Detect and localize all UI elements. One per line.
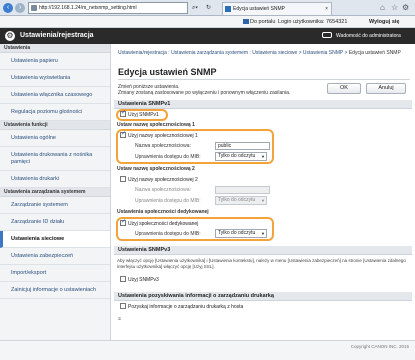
dedicated-row[interactable]: Użyj społeczności dedykowanej (120, 219, 199, 228)
dedicated-mib-value: Tylko do odczytu (218, 230, 256, 236)
community2-label: Użyj nazwy społecznościowej 2 (128, 177, 198, 183)
footer: Copyright CANON INC. 2015 (0, 340, 415, 360)
sidebar-item-volume[interactable]: Regulacja poziomu głośności (0, 104, 110, 121)
cancel-button[interactable]: Anuluj (366, 83, 406, 94)
community2-mib-label: Uprawnienia dostępu do MIB: (135, 198, 201, 204)
sidebar-item-printer[interactable]: Ustawienia drukarki (0, 171, 110, 188)
dedicated-title: Ustawienia społeczności dedykowanej (117, 209, 209, 215)
printer-mgmt-checkbox[interactable] (120, 303, 126, 309)
sidebar-item-timer[interactable]: Ustawienia włącznika czasowego (0, 87, 110, 104)
dedicated-mib-label: Uprawnienia dostępu do MIB: (135, 231, 201, 237)
use-snmpv1-checkbox[interactable] (120, 110, 126, 117)
dedicated-label: Użyj społeczności dedykowanej (128, 221, 199, 227)
back-arrow-icon[interactable]: ‹ (3, 3, 13, 13)
sidebar-item-initialize[interactable]: Zainicjuj informacje o ustawieniach (0, 282, 110, 299)
browser-tab[interactable]: Edycja ustawień SNMP × (222, 2, 332, 15)
search-icon[interactable]: ⌕▾ (192, 2, 198, 14)
sidebar: Ustawienia Ustawienia papieru Ustawienia… (0, 44, 111, 340)
page-icon (31, 5, 37, 11)
dedicated-checkbox[interactable] (120, 219, 126, 226)
community1-mib-value: Tylko do odczytu (218, 153, 256, 159)
favorites-star-icon[interactable]: ☆ (391, 3, 398, 13)
settings-gear-icon[interactable]: ⚙ (402, 3, 409, 13)
community2-title: Ustaw nazwę społecznościową 2 (117, 166, 195, 172)
breadcrumb: Ustawienia/rejestracja : Ustawienia zarz… (118, 50, 410, 56)
app-title: Ustawienia/rejestracja (20, 32, 94, 39)
mail-icon (322, 32, 332, 38)
snmpv3-info: Aby włączyć opcję [Ustawienia użytkownik… (117, 258, 406, 269)
community1-title: Ustaw nazwę społecznościową 1 (117, 122, 195, 128)
address-bar[interactable]: http://192.168.1.24/m_netsnmp_setting.ht… (28, 2, 188, 14)
printer-mgmt-row[interactable]: Pozyskaj informacje o zarządzaniu drukar… (120, 303, 243, 311)
sidebar-item-system-management[interactable]: Zarządzanie systemem (0, 197, 110, 214)
home-icon[interactable]: ⌂ (380, 3, 385, 13)
community2-row[interactable]: Użyj nazwy społecznościowej 2 (120, 176, 198, 184)
sidebar-item-security[interactable]: Ustawienia zabezpieczeń (0, 248, 110, 265)
close-tab-icon[interactable]: × (325, 3, 328, 15)
address-bar-text: http://192.168.1.24/m_netsnmp_setting.ht… (39, 5, 137, 11)
portal-link[interactable]: Do portalu (250, 18, 275, 26)
notice-line-2: Zmiany zostaną zastosowane po wyłączeniu… (118, 90, 291, 96)
tab-title: Edycja ustawień SNMP (233, 6, 285, 12)
refresh-icon[interactable]: ↻ (206, 2, 211, 14)
top-bar: Do portalu Login użytkownika: 7654321 Wy… (0, 16, 415, 28)
chevron-down-icon: ▼ (261, 198, 265, 203)
logout-link[interactable]: Wyloguj się (369, 18, 399, 26)
back-to-top-icon[interactable]: ⌅ (117, 315, 122, 323)
sidebar-item-department-id[interactable]: Zarządzanie ID działu (0, 214, 110, 231)
community2-name-label: Nazwa społecznościowa: (135, 187, 191, 193)
use-snmpv3-label: Użyj SNMPv3 (128, 277, 159, 283)
forward-arrow-icon[interactable]: › (15, 3, 25, 13)
community1-mib-label: Uprawnienia dostępu do MIB: (135, 154, 201, 160)
sidebar-item-import-export[interactable]: Import/eksport (0, 265, 110, 282)
tab-favicon-icon (225, 6, 231, 12)
community1-mib-select[interactable]: Tylko do odczytu ▼ (215, 152, 267, 161)
use-snmpv3-row[interactable]: Użyj SNMPv3 (120, 276, 159, 284)
community2-checkbox[interactable] (120, 176, 126, 182)
printer-mgmt-section-title: Ustawienia pozyskiwania informacji o zar… (114, 292, 412, 301)
sidebar-section-title: Ustawienia funkcji (0, 121, 110, 130)
sidebar-section-title: Ustawienia (0, 44, 110, 53)
use-snmpv1-row[interactable]: Użyj SNMPv1 (120, 110, 159, 119)
browser-toolbar: ‹ › http://192.168.1.24/m_netsnmp_settin… (0, 0, 415, 16)
use-snmpv1-label: Użyj SNMPv1 (128, 112, 159, 118)
copyright: Copyright CANON INC. 2015 (350, 344, 409, 349)
admin-message-link[interactable]: Wadomość do administratora (336, 31, 401, 41)
sidebar-section-title: Ustawienia zarządzania systemem (0, 188, 110, 197)
app-title-bar: ⚙ Ustawienia/rejestracja Wadomość do adm… (0, 28, 415, 44)
community1-name-input[interactable]: public (215, 142, 270, 150)
breadcrumb-current: Edycja ustawień SNMP (348, 50, 401, 56)
chevron-down-icon: ▼ (261, 154, 265, 159)
sidebar-item-paper[interactable]: Ustawienia papieru (0, 53, 110, 70)
sidebar-item-general[interactable]: Ustawienia ogólne (0, 130, 110, 147)
divider (118, 79, 410, 80)
dedicated-mib-select[interactable]: Tylko do odczytu ▼ (215, 229, 267, 238)
community1-label: Użyj nazwy społecznościowej 1 (128, 133, 198, 139)
community1-row[interactable]: Użyj nazwy społecznościowej 1 (120, 131, 198, 140)
use-snmpv3-checkbox[interactable] (120, 276, 126, 282)
sidebar-item-media-print[interactable]: Ustawienia drukowania z nośnika pamięci (0, 147, 110, 171)
sidebar-item-network[interactable]: Ustawienia sieciowe (0, 231, 110, 248)
sidebar-item-display[interactable]: Ustawienia wyświetlania (0, 70, 110, 87)
page-title: Edycja ustawień SNMP (118, 67, 217, 77)
login-user-label: Login użytkownika: 7654321 (278, 19, 348, 25)
printer-mgmt-label: Pozyskaj informacje o zarządzaniu drukar… (128, 304, 244, 310)
snmpv3-section-title: Ustawienia SNMPv3 (114, 246, 412, 255)
community2-mib-select[interactable]: Tylko do odczytu ▼ (215, 196, 267, 205)
ok-button[interactable]: OK (327, 83, 361, 94)
notice-text: Zmień poniższe ustawienia. Zmiany zostan… (118, 84, 318, 96)
snmpv1-section-title: Ustawienia SNMPv1 (114, 100, 412, 109)
community1-name-label: Nazwa społecznościowa: (135, 143, 191, 149)
community2-mib-value: Tylko do odczytu (218, 197, 256, 203)
portal-icon (243, 19, 249, 24)
community2-name-input[interactable] (215, 186, 270, 194)
settings-icon: ⚙ (5, 31, 15, 41)
community1-checkbox[interactable] (120, 131, 126, 138)
breadcrumb-path[interactable]: Ustawienia/rejestracja : Ustawienia zarz… (118, 50, 347, 56)
chevron-down-icon: ▼ (261, 231, 265, 236)
